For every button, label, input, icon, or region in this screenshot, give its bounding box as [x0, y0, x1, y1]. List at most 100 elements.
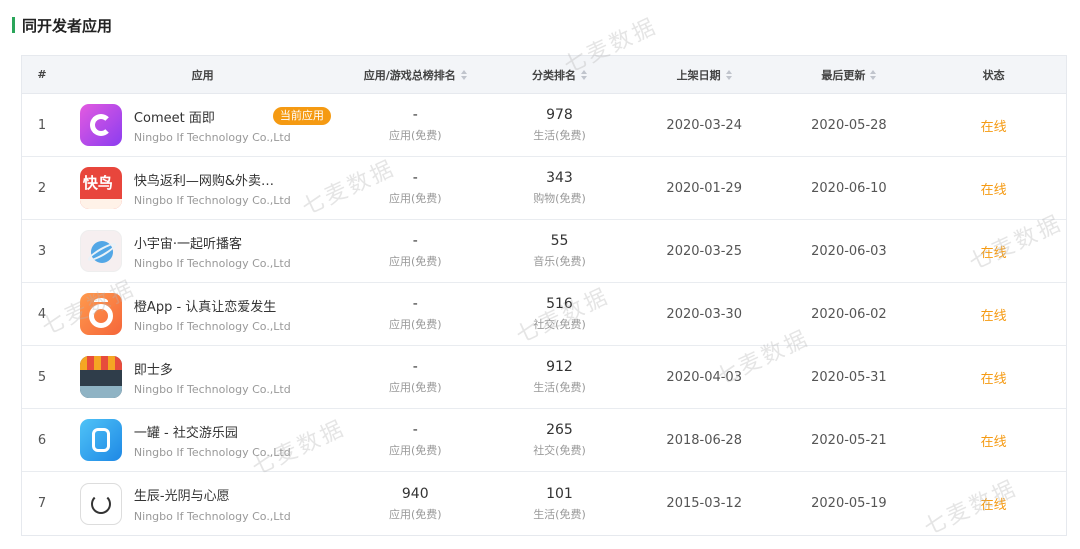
- table-row[interactable]: 2 快鸟 快鸟返利—网购&外卖… Ningbo If Technology Co…: [22, 157, 1066, 220]
- table-row[interactable]: 1 Comeet 面即 当前应用 Ningbo If Technology Co…: [22, 94, 1066, 157]
- table-header: # 应用 应用/游戏总榜排名 分类排名 上架日期 最后更新 状态: [22, 56, 1066, 94]
- table-row[interactable]: 4 橙App - 认真让恋爱发生 Ningbo If Technology Co…: [22, 283, 1066, 346]
- circle-app-icon[interactable]: [79, 482, 122, 525]
- col-category-rank-label: 分类排名: [531, 68, 576, 82]
- orange-app-icon[interactable]: [79, 293, 122, 335]
- total-rank-value: -: [412, 170, 418, 186]
- app-name-link[interactable]: 生辰-光阴与心愿: [134, 485, 230, 504]
- category-rank-label: 社交(免费): [533, 318, 586, 331]
- app-name-link[interactable]: 快鸟返利—网购&外卖…: [134, 170, 274, 189]
- title-accent-bar: [12, 17, 15, 33]
- developer-name: Ningbo If Technology Co.,Ltd: [133, 131, 291, 144]
- kuainiao-app-icon[interactable]: 快鸟: [79, 167, 122, 209]
- col-category-rank-header[interactable]: 分类排名: [487, 56, 632, 93]
- app-cell[interactable]: 一罐 - 社交游乐园 Ningbo If Technology Co.,Ltd: [62, 409, 343, 471]
- page-title: 同开发者应用: [22, 16, 113, 35]
- status-badge: 在线: [980, 119, 1007, 135]
- app-cell[interactable]: 橙App - 认真让恋爱发生 Ningbo If Technology Co.,…: [62, 283, 343, 345]
- category-rank-label: 音乐(免费): [533, 255, 586, 268]
- last-update-date: 2020-05-21: [811, 432, 887, 448]
- comeet-app-icon[interactable]: [79, 104, 122, 146]
- release-date: 2020-01-29: [666, 180, 742, 196]
- developer-name: Ningbo If Technology Co.,Ltd: [133, 509, 291, 523]
- category-rank-value: 912: [546, 359, 573, 375]
- col-release-date-header[interactable]: 上架日期: [632, 56, 777, 93]
- sort-icon[interactable]: [460, 69, 467, 80]
- status-badge: 在线: [980, 498, 1007, 513]
- category-rank-label: 生活(免费): [533, 381, 586, 394]
- app-name-link[interactable]: 即士多: [134, 359, 173, 378]
- category-rank-label: 社交(免费): [533, 444, 586, 457]
- app-cell[interactable]: Comeet 面即 当前应用 Ningbo If Technology Co.,…: [62, 94, 343, 156]
- app-cell[interactable]: 生辰-光阴与心愿 Ningbo If Technology Co.,Ltd: [62, 472, 343, 535]
- status-badge: 在线: [980, 371, 1007, 387]
- total-rank-label: 应用(免费): [388, 192, 442, 205]
- status-badge: 在线: [980, 434, 1007, 450]
- row-index: 4: [37, 306, 47, 322]
- table-row[interactable]: 7 生辰-光阴与心愿 Ningbo If Technology Co.,Ltd …: [22, 472, 1066, 535]
- category-rank-label: 生活(免费): [533, 129, 586, 142]
- category-rank-value: 978: [546, 107, 573, 123]
- col-total-rank-label: 应用/游戏总榜排名: [363, 68, 456, 82]
- total-rank-label: 应用(免费): [388, 444, 442, 457]
- sort-icon[interactable]: [725, 69, 732, 80]
- release-date: 2020-03-24: [666, 117, 742, 133]
- last-update-date: 2020-05-19: [811, 496, 887, 511]
- col-status-header: 状态: [982, 68, 1005, 82]
- table-row[interactable]: 6 一罐 - 社交游乐园 Ningbo If Technology Co.,Lt…: [22, 409, 1066, 472]
- col-last-update-header[interactable]: 最后更新: [777, 56, 922, 93]
- release-date: 2018-06-28: [666, 432, 742, 448]
- current-app-badge: 当前应用: [272, 107, 331, 125]
- table-row[interactable]: 3 小宇宙·一起听播客 Ningbo If Technology Co.,Ltd…: [22, 220, 1066, 283]
- same-developer-apps-table: # 应用 应用/游戏总榜排名 分类排名 上架日期 最后更新 状态 1 Comee…: [21, 55, 1067, 536]
- app-name-link[interactable]: 小宇宙·一起听播客: [134, 233, 242, 252]
- planet-app-icon[interactable]: [79, 230, 122, 272]
- col-app-header: 应用: [191, 68, 214, 82]
- total-rank-label: 应用(免费): [388, 255, 442, 268]
- sort-icon[interactable]: [870, 69, 877, 80]
- category-rank-value: 343: [546, 170, 573, 186]
- category-rank-value: 516: [546, 296, 573, 312]
- col-total-rank-header[interactable]: 应用/游戏总榜排名: [343, 56, 487, 93]
- table-row[interactable]: 5 即士多 Ningbo If Technology Co.,Ltd - 应用(免…: [22, 346, 1066, 409]
- app-name-link[interactable]: 一罐 - 社交游乐园: [134, 422, 238, 441]
- status-badge: 在线: [980, 308, 1007, 324]
- section-header: 同开发者应用: [12, 14, 112, 36]
- sort-icon[interactable]: [580, 69, 587, 80]
- app-name-link[interactable]: Comeet 面即: [134, 107, 215, 126]
- col-release-date-label: 上架日期: [676, 68, 721, 82]
- developer-name: Ningbo If Technology Co.,Ltd: [133, 383, 291, 396]
- release-date: 2020-04-03: [666, 369, 742, 385]
- row-index: 3: [37, 243, 47, 259]
- total-rank-value: 940: [401, 485, 429, 502]
- row-index: 1: [37, 117, 47, 133]
- total-rank-label: 应用(免费): [388, 129, 442, 142]
- last-update-date: 2020-06-02: [811, 306, 887, 322]
- developer-name: Ningbo If Technology Co.,Ltd: [133, 194, 291, 207]
- last-update-date: 2020-06-10: [811, 180, 887, 196]
- category-rank-value: 101: [546, 485, 573, 502]
- app-name-link[interactable]: 橙App - 认真让恋爱发生: [134, 296, 276, 315]
- app-cell[interactable]: 即士多 Ningbo If Technology Co.,Ltd: [62, 346, 343, 408]
- release-date: 2015-03-12: [666, 496, 742, 511]
- last-update-date: 2020-05-28: [811, 117, 887, 133]
- jar-app-icon[interactable]: [79, 419, 122, 461]
- col-last-update-label: 最后更新: [821, 68, 866, 82]
- last-update-date: 2020-05-31: [811, 369, 887, 385]
- developer-name: Ningbo If Technology Co.,Ltd: [133, 446, 291, 459]
- developer-name: Ningbo If Technology Co.,Ltd: [133, 257, 291, 270]
- row-index: 6: [37, 432, 47, 448]
- category-rank-value: 55: [550, 233, 569, 249]
- release-date: 2020-03-25: [666, 243, 742, 259]
- total-rank-label: 应用(免费): [388, 507, 442, 521]
- total-rank-value: -: [412, 296, 418, 312]
- store-app-icon[interactable]: [79, 356, 122, 398]
- app-cell[interactable]: 小宇宙·一起听播客 Ningbo If Technology Co.,Ltd: [62, 220, 343, 282]
- total-rank-label: 应用(免费): [388, 381, 442, 394]
- last-update-date: 2020-06-03: [811, 243, 887, 259]
- status-badge: 在线: [980, 245, 1007, 261]
- app-cell[interactable]: 快鸟 快鸟返利—网购&外卖… Ningbo If Technology Co.,…: [62, 157, 343, 219]
- row-index: 5: [37, 369, 47, 385]
- total-rank-value: -: [412, 359, 418, 375]
- total-rank-value: -: [412, 422, 418, 438]
